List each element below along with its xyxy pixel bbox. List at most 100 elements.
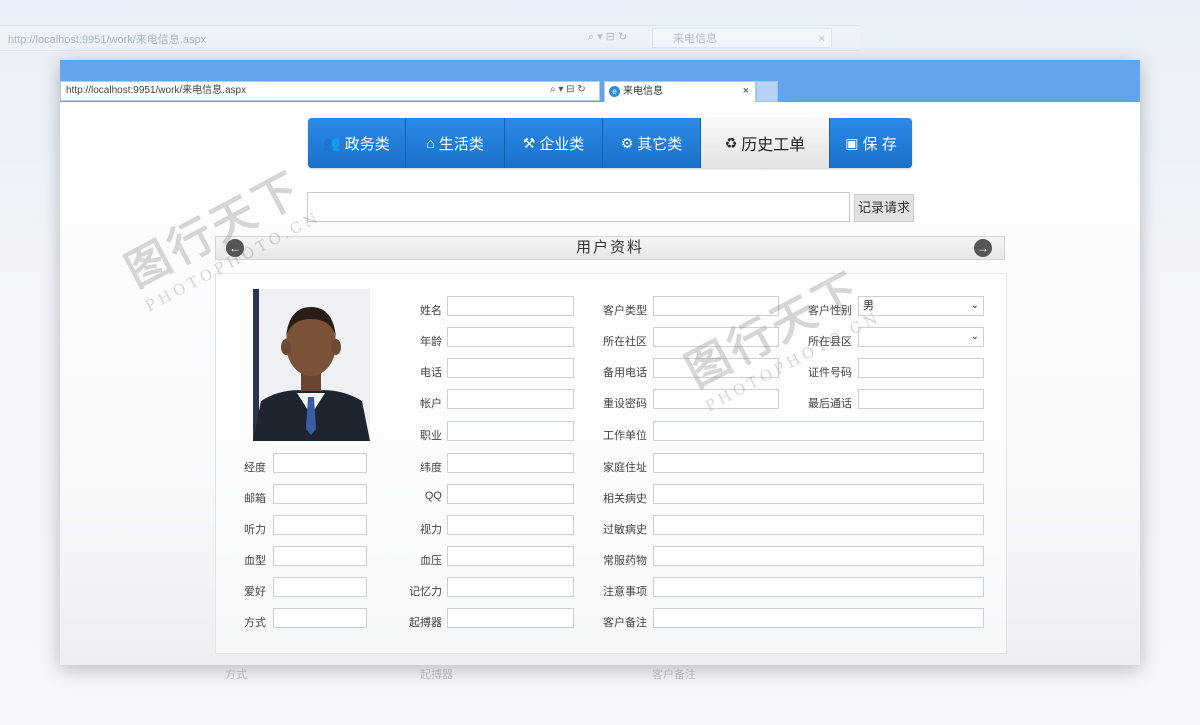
age-input[interactable] (447, 327, 574, 347)
gender-select-value: 男 (863, 300, 874, 312)
tools-icon: ⚒ (522, 134, 536, 151)
gear-icon: ⚙ (620, 134, 634, 151)
account-input[interactable] (447, 389, 574, 409)
section-header: ← 用户资料 → (215, 236, 1005, 260)
page-content: 👥 政务类 ⌂ 生活类 ⚒ 企业类 ⚙ 其它类 ♻ 历史工单 ▣ 保 存 记录请… (60, 102, 1140, 665)
users-icon: 👥 (323, 134, 341, 151)
field-label: 证件号码 (808, 367, 852, 379)
nav-item-other[interactable]: ⚙ 其它类 (603, 118, 701, 168)
blood-type-input[interactable] (273, 546, 367, 566)
customer-type-input[interactable] (653, 296, 779, 316)
field-label: 职业 (420, 430, 442, 442)
user-photo (253, 289, 370, 441)
browser-window: http://localhost:9951/work/来电信息.aspx ⌕ ▾… (60, 60, 1140, 665)
name-input[interactable] (447, 296, 574, 316)
medical-history-input[interactable] (653, 484, 984, 504)
field-label: 最后通话 (808, 398, 852, 410)
notes-input[interactable] (653, 577, 984, 597)
background-address-controls: ⌕ ▾ ⊟ ↻ (588, 31, 628, 43)
field-label: 经度 (244, 462, 266, 474)
field-label: 重设密码 (603, 398, 647, 410)
background-tab: 来电信息 × (652, 28, 832, 48)
browser-tab[interactable]: e 来电信息 × (604, 81, 756, 102)
nav-label: 历史工单 (741, 137, 806, 154)
nav-label: 保 存 (862, 135, 897, 153)
hearing-input[interactable] (273, 515, 367, 535)
url-field[interactable]: http://localhost:9951/work/来电信息.aspx (60, 81, 600, 101)
field-label: 纬度 (420, 462, 442, 474)
backup-phone-input[interactable] (653, 358, 779, 378)
nav-label: 政务类 (344, 135, 390, 153)
section-title: 用户资料 (575, 239, 644, 256)
home-icon: ⌂ (426, 135, 435, 151)
field-label: 电话 (420, 367, 442, 379)
nav-item-enterprise[interactable]: ⚒ 企业类 (505, 118, 603, 168)
nav-item-history-orders[interactable]: ♻ 历史工单 (701, 118, 830, 168)
address-bar: http://localhost:9951/work/来电信息.aspx ⌕ ▾… (60, 80, 1140, 102)
hobby-input[interactable] (273, 577, 367, 597)
memory-input[interactable] (447, 577, 574, 597)
vision-input[interactable] (447, 515, 574, 535)
background-address-bar: http://localhost:9951/work/来电信息.aspx ⌕ ▾… (0, 25, 860, 51)
id-number-input[interactable] (858, 358, 984, 378)
nav-item-life[interactable]: ⌂ 生活类 (406, 118, 505, 168)
arrow-left-icon[interactable]: ← (226, 239, 244, 257)
field-label: 所在社区 (603, 336, 647, 348)
email-input[interactable] (273, 484, 367, 504)
home-address-input[interactable] (653, 453, 984, 473)
regular-medication-input[interactable] (653, 546, 984, 566)
field-label: 客户性别 (808, 305, 852, 317)
nav-item-government[interactable]: 👥 政务类 (308, 118, 406, 168)
field-label: 过敏病史 (603, 524, 647, 536)
field-label: 客户类型 (603, 305, 647, 317)
method-input[interactable] (273, 608, 367, 628)
field-label: 相关病史 (603, 493, 647, 505)
last-call-input[interactable] (858, 389, 984, 409)
tab-close-icon[interactable]: × (743, 82, 749, 101)
workplace-input[interactable] (653, 421, 984, 441)
new-tab-button[interactable] (756, 81, 778, 102)
field-label: 工作单位 (603, 430, 647, 442)
save-button[interactable]: ▣ 保 存 (830, 118, 912, 168)
phone-input[interactable] (447, 358, 574, 378)
field-label: 邮箱 (244, 493, 266, 505)
field-label: QQ (424, 490, 442, 502)
field-label: 备用电话 (603, 367, 647, 379)
field-label: 方式 (244, 617, 266, 629)
qq-input[interactable] (447, 484, 574, 504)
ie-icon: e (609, 86, 620, 97)
field-label: 血型 (244, 555, 266, 567)
allergy-history-input[interactable] (653, 515, 984, 535)
gender-select[interactable]: 男 ⌄ (858, 296, 984, 316)
community-input[interactable] (653, 327, 779, 347)
recycle-icon: ♻ (724, 134, 738, 151)
background-url: http://localhost:9951/work/来电信息.aspx (8, 34, 207, 46)
echo-label: 客户备注 (652, 669, 696, 681)
longitude-input[interactable] (273, 453, 367, 473)
nav-label: 企业类 (539, 135, 585, 153)
echo-label: 方式 (225, 669, 247, 681)
field-label: 视力 (420, 524, 442, 536)
field-label: 年龄 (420, 336, 442, 348)
record-request-button[interactable]: 记录请求 (854, 194, 914, 222)
reset-password-input[interactable] (653, 389, 779, 409)
nav-label: 其它类 (637, 135, 683, 153)
latitude-input[interactable] (447, 453, 574, 473)
category-nav: 👥 政务类 ⌂ 生活类 ⚒ 企业类 ⚙ 其它类 ♻ 历史工单 ▣ 保 存 (308, 118, 912, 168)
request-input[interactable] (307, 192, 850, 222)
field-label: 爱好 (244, 586, 266, 598)
field-label: 家庭住址 (603, 462, 647, 474)
field-label: 客户备注 (603, 617, 647, 629)
address-controls[interactable]: ⌕ ▾ ⊟ ↻ (550, 81, 586, 99)
field-label: 起搏器 (409, 617, 442, 629)
pacemaker-input[interactable] (447, 608, 574, 628)
customer-remarks-input[interactable] (653, 608, 984, 628)
county-select[interactable]: ⌄ (858, 327, 984, 347)
background-bottom-echo: 方式 起搏器 客户备注 (60, 662, 1140, 682)
chevron-down-icon: ⌄ (970, 300, 979, 311)
arrow-right-icon[interactable]: → (974, 239, 992, 257)
occupation-input[interactable] (447, 421, 574, 441)
field-label: 所在县区 (808, 336, 852, 348)
nav-label: 生活类 (438, 135, 484, 153)
blood-pressure-input[interactable] (447, 546, 574, 566)
